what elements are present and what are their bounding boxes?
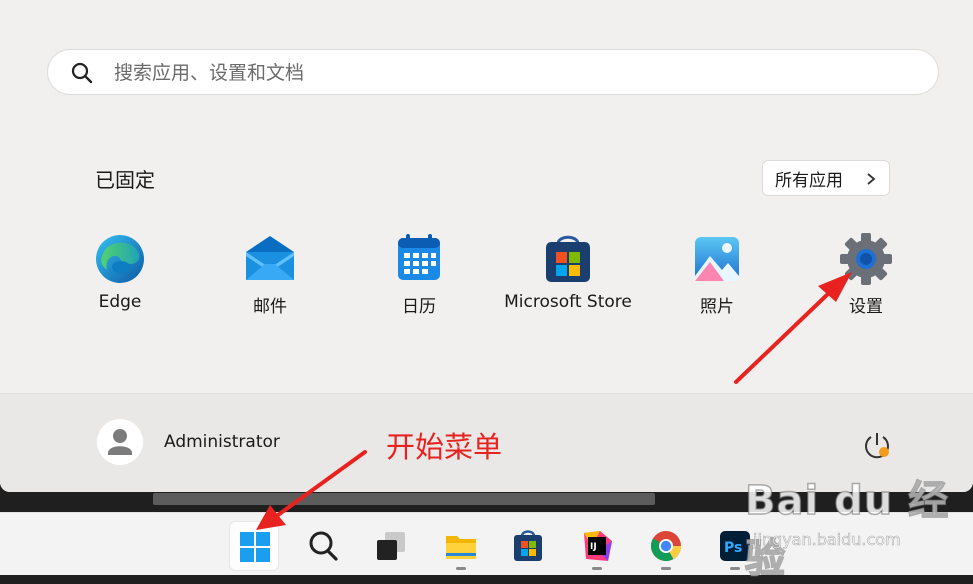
scrollbar[interactable] xyxy=(153,493,655,505)
user-icon xyxy=(108,429,132,455)
pinned-section-title: 已固定 xyxy=(95,168,155,192)
user-name[interactable]: Administrator xyxy=(164,432,280,452)
search-box[interactable] xyxy=(47,49,939,95)
pinned-app-label: Edge xyxy=(98,292,142,312)
search-icon xyxy=(71,62,93,84)
taskbar-jetbrains[interactable]: IJ xyxy=(572,521,622,571)
svg-text:IJ: IJ xyxy=(590,542,597,552)
search-input[interactable] xyxy=(112,58,916,88)
windows-logo-icon xyxy=(240,532,270,562)
taskbar-store[interactable] xyxy=(503,521,553,571)
pinned-app-calendar[interactable]: 日历 xyxy=(344,232,494,317)
calendar-icon xyxy=(398,234,440,280)
folder-icon xyxy=(446,536,476,559)
edge-icon xyxy=(96,235,144,283)
store-icon xyxy=(514,530,542,561)
baidu-watermark: Bai du 经验 jingyan.baidu.com xyxy=(744,468,965,583)
running-indicator xyxy=(592,567,602,570)
running-indicator xyxy=(730,567,740,570)
taskbar-search-button[interactable] xyxy=(298,521,348,571)
taskbar-file-explorer[interactable] xyxy=(436,521,486,571)
watermark-url: jingyan.baidu.com xyxy=(753,530,901,550)
running-indicator xyxy=(456,567,466,570)
pinned-app-label: Microsoft Store xyxy=(504,292,632,312)
settings-icon xyxy=(840,233,892,285)
svg-text:Ps: Ps xyxy=(724,540,742,556)
pinned-app-settings[interactable]: 设置 xyxy=(791,232,941,317)
pinned-app-label: 设置 xyxy=(849,297,883,317)
store-icon xyxy=(546,235,590,282)
pinned-app-store[interactable]: Microsoft Store xyxy=(493,232,643,312)
chrome-icon xyxy=(651,531,681,562)
power-icon[interactable] xyxy=(860,428,894,462)
photos-icon xyxy=(695,237,739,281)
task-view-icon xyxy=(377,532,405,560)
pinned-app-mail[interactable]: 邮件 xyxy=(195,232,345,317)
search-icon xyxy=(309,531,338,561)
all-apps-label: 所有应用 xyxy=(775,170,843,191)
pinned-app-photos[interactable]: 照片 xyxy=(642,232,792,317)
running-indicator xyxy=(661,567,671,570)
chevron-right-icon xyxy=(867,173,876,185)
annotation-label: 开始菜单 xyxy=(386,430,503,464)
watermark-logo: Bai du 经验 xyxy=(744,477,950,583)
jetbrains-icon: IJ xyxy=(584,531,612,561)
mail-icon xyxy=(246,236,294,280)
pinned-app-label: 照片 xyxy=(700,297,734,317)
taskbar-task-view-button[interactable] xyxy=(366,521,416,571)
pinned-app-label: 日历 xyxy=(402,297,436,317)
taskbar-start-button[interactable] xyxy=(229,521,279,571)
pinned-app-edge[interactable]: Edge xyxy=(45,232,195,312)
taskbar-chrome[interactable] xyxy=(641,521,691,571)
start-menu: 已固定 所有应用 Edge xyxy=(0,0,973,492)
pinned-app-label: 邮件 xyxy=(253,297,287,317)
all-apps-button[interactable]: 所有应用 xyxy=(762,160,890,196)
avatar[interactable] xyxy=(97,419,143,465)
